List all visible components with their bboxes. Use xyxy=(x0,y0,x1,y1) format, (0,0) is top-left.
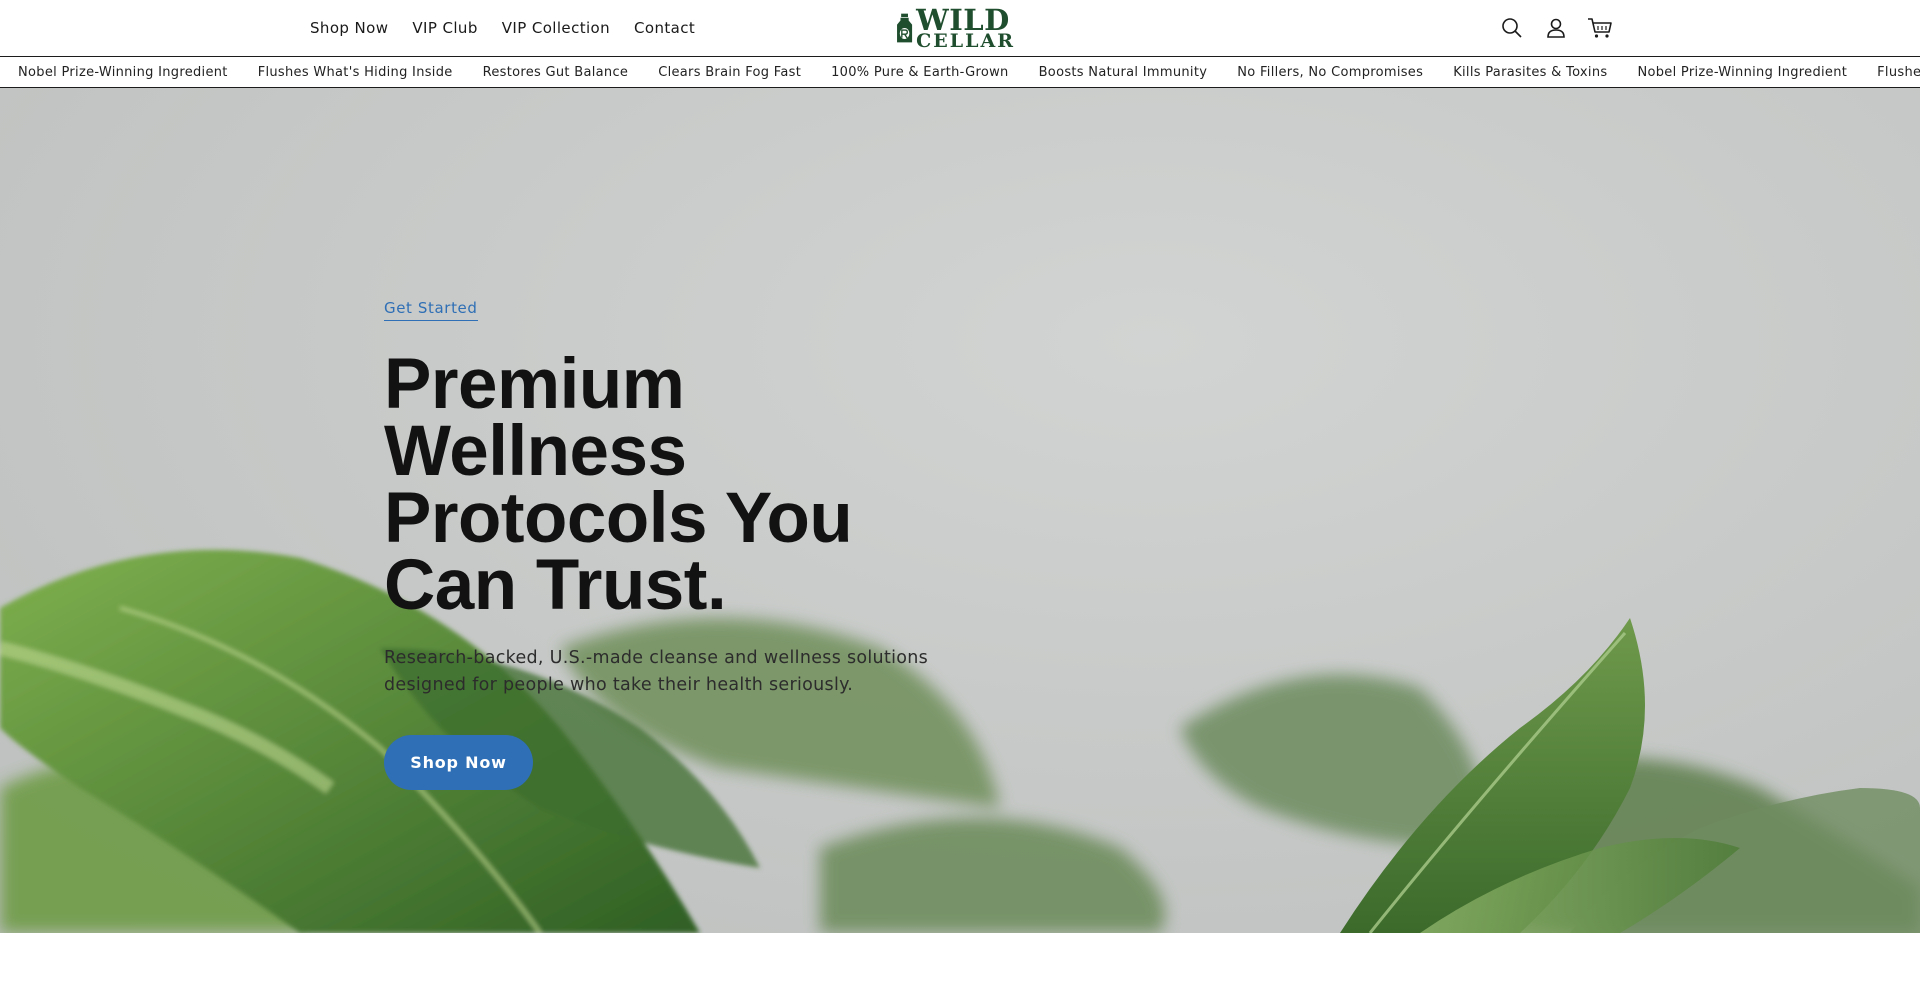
nav-vip-collection[interactable]: VIP Collection xyxy=(502,19,610,37)
ticker-item: Kills Parasites & Toxins xyxy=(1453,64,1608,80)
shop-now-button[interactable]: Shop Now xyxy=(384,735,533,790)
ticker-item: Flushes What's Hiding Inside xyxy=(1877,64,1920,80)
bottle-logo-icon xyxy=(897,13,913,43)
logo-wordmark: WILD CELLAR xyxy=(916,5,1015,52)
nav-vip-club[interactable]: VIP Club xyxy=(412,19,477,37)
cart-icon xyxy=(1588,18,1612,38)
search-icon xyxy=(1502,18,1522,38)
hero-subheading: Research-backed, U.S.-made cleanse and w… xyxy=(384,648,929,695)
cart-button[interactable] xyxy=(1578,14,1622,42)
logo-line-2: CELLAR xyxy=(916,29,1015,52)
ticker-track: Nobel Prize-Winning Ingredient Flushes W… xyxy=(18,57,1920,87)
get-started-link[interactable]: Get Started xyxy=(384,299,478,321)
hero-banner: Get Started Premium Wellness Protocols Y… xyxy=(0,88,1920,933)
ticker-item: Clears Brain Fog Fast xyxy=(658,64,802,80)
ticker-item: Nobel Prize-Winning Ingredient xyxy=(1637,64,1848,80)
announcement-ticker: Nobel Prize-Winning Ingredient Flushes W… xyxy=(0,57,1920,88)
header-icons xyxy=(1490,14,1622,42)
nav-shop-now[interactable]: Shop Now xyxy=(310,19,388,37)
account-button[interactable] xyxy=(1534,14,1578,42)
site-header: Shop Now VIP Club VIP Collection Contact… xyxy=(0,0,1920,57)
hero-headline: Premium Wellness Protocols You Can Trust… xyxy=(384,345,853,625)
ticker-item: Restores Gut Balance xyxy=(482,64,629,80)
ticker-item: No Fillers, No Compromises xyxy=(1237,64,1424,80)
below-hero-section xyxy=(0,933,1920,993)
ticker-item: Flushes What's Hiding Inside xyxy=(257,64,453,80)
nav-contact[interactable]: Contact xyxy=(634,19,695,37)
ticker-item: Nobel Prize-Winning Ingredient xyxy=(18,64,228,80)
search-button[interactable] xyxy=(1490,14,1534,42)
account-icon xyxy=(1547,18,1565,38)
hero-content: Get Started Premium Wellness Protocols Y… xyxy=(384,298,1004,790)
brand-logo[interactable]: WILD CELLAR xyxy=(895,5,1015,52)
ticker-item: 100% Pure & Earth-Grown xyxy=(831,64,1009,80)
main-nav: Shop Now VIP Club VIP Collection Contact xyxy=(298,0,707,56)
ticker-item: Boosts Natural Immunity xyxy=(1038,64,1208,80)
